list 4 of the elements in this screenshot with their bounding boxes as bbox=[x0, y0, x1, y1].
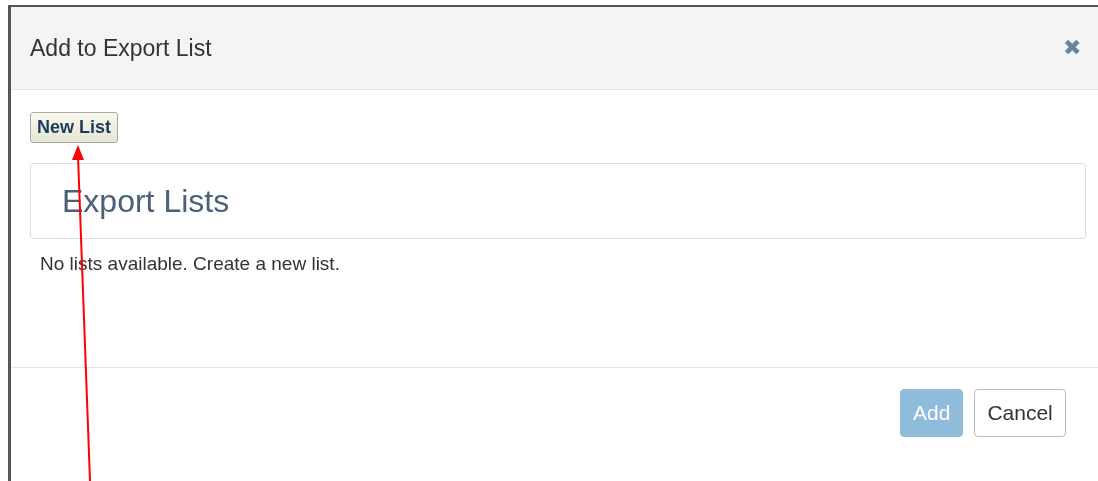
close-button[interactable]: ✖ bbox=[1063, 35, 1081, 61]
new-list-button[interactable]: New List bbox=[30, 112, 118, 143]
cancel-button[interactable]: Cancel bbox=[974, 389, 1066, 437]
dialog-title: Add to Export List bbox=[30, 34, 212, 62]
